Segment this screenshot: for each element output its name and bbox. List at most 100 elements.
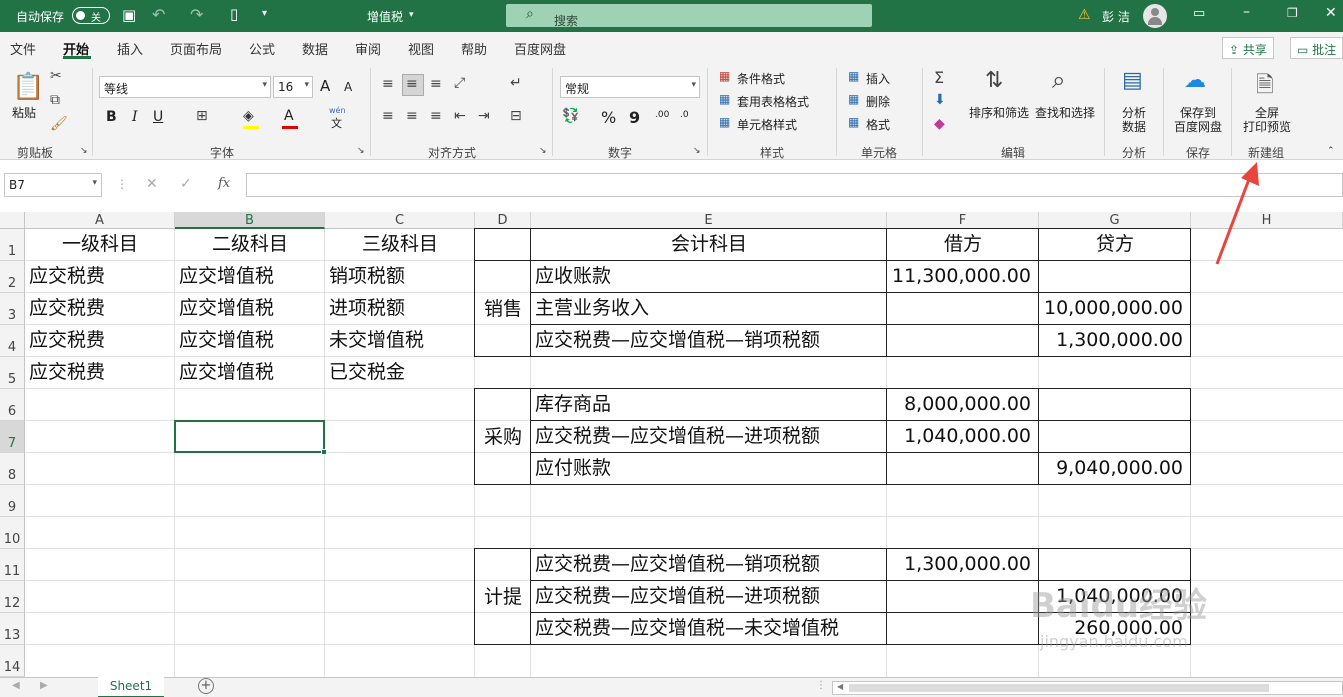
align-top-icon[interactable]: ≡ <box>382 76 394 92</box>
table-row[interactable]: 应交税费 <box>25 357 175 389</box>
cancel-icon[interactable]: ✕ <box>146 176 158 192</box>
cell-styles-button[interactable]: 单元格样式 <box>737 116 797 133</box>
table-row[interactable]: 应交税费—应交增值税—销项税额 <box>531 325 887 357</box>
avatar[interactable] <box>1143 4 1167 28</box>
tab-help[interactable]: 帮助 <box>461 39 487 58</box>
column-header-b[interactable]: B <box>175 212 325 229</box>
table-row[interactable]: 主营业务收入 <box>531 293 887 325</box>
table-row[interactable]: 应收账款 <box>531 261 887 293</box>
row-header-11[interactable]: 11 <box>0 549 25 581</box>
table-row[interactable] <box>887 581 1039 613</box>
select-all-corner[interactable] <box>0 212 25 229</box>
autosave-toggle[interactable]: 关 <box>72 7 110 24</box>
sheet-tab-sheet1[interactable]: Sheet1 <box>98 677 164 697</box>
right-header-account[interactable]: 会计科目 <box>531 229 887 261</box>
table-row[interactable]: 1,300,000.00 <box>887 549 1039 581</box>
fill-icon[interactable]: ⬇ <box>934 92 946 108</box>
delete-cells-button[interactable]: 删除 <box>866 93 890 110</box>
table-row[interactable]: 未交增值税 <box>325 325 475 357</box>
autosum-icon[interactable]: Σ <box>934 68 944 87</box>
table-row[interactable]: 应交增值税 <box>175 325 325 357</box>
left-header-level3[interactable]: 三级科目 <box>325 229 475 261</box>
tab-page-layout[interactable]: 页面布局 <box>170 39 222 58</box>
customize-qat-icon[interactable]: ▾ <box>262 8 267 19</box>
copy-icon[interactable]: ⧉ <box>50 92 60 108</box>
table-row[interactable] <box>1039 261 1191 293</box>
table-row[interactable]: 应交增值税 <box>175 293 325 325</box>
underline-button[interactable]: U <box>153 109 163 125</box>
decrease-indent-icon[interactable]: ⇤ <box>454 108 466 124</box>
row-header-5[interactable]: 5 <box>0 357 25 389</box>
table-row[interactable]: 应交税费 <box>25 325 175 357</box>
right-header-credit[interactable]: 贷方 <box>1039 229 1191 261</box>
column-header-a[interactable]: A <box>25 212 175 229</box>
wrap-text-icon[interactable]: ↵ <box>510 75 522 91</box>
table-row[interactable]: 10,000,000.00 <box>1039 293 1191 325</box>
decrease-decimal-button[interactable]: .0 <box>680 110 689 120</box>
minimize-icon[interactable]: – <box>1243 4 1250 20</box>
right-header-debit[interactable]: 借方 <box>887 229 1039 261</box>
currency-icon[interactable]: 💱 <box>562 108 579 124</box>
table-row[interactable]: 8,000,000.00 <box>887 389 1039 421</box>
section-label-accrual[interactable]: 计提 <box>475 549 531 645</box>
table-row[interactable] <box>887 293 1039 325</box>
row-header-3[interactable]: 3 <box>0 293 25 325</box>
paste-label[interactable]: 粘贴 <box>12 104 36 121</box>
user-name[interactable]: 彭 洁 <box>1102 8 1130 25</box>
row-header-9[interactable]: 9 <box>0 485 25 517</box>
grow-font-icon[interactable]: A <box>320 77 330 95</box>
table-row[interactable]: 应付账款 <box>531 453 887 485</box>
align-center-icon[interactable]: ≡ <box>406 108 418 124</box>
tab-formulas[interactable]: 公式 <box>249 39 275 58</box>
bold-button[interactable]: B <box>106 109 117 125</box>
clipboard-launcher-icon[interactable]: ↘ <box>80 146 88 156</box>
row-header-1[interactable]: 1 <box>0 229 25 261</box>
fill-handle[interactable] <box>321 449 327 455</box>
search-box[interactable]: ⌕ 搜索 <box>506 4 872 28</box>
orientation-icon[interactable]: ⤢ <box>454 75 465 91</box>
tab-review[interactable]: 审阅 <box>355 39 381 58</box>
collapse-ribbon-icon[interactable]: ⌃ <box>1327 146 1335 156</box>
warning-icon[interactable]: ⚠ <box>1078 7 1091 23</box>
file-title[interactable]: 增值税 <box>367 8 403 25</box>
percent-button[interactable]: % <box>601 108 616 127</box>
table-row[interactable]: 销项税额 <box>325 261 475 293</box>
increase-decimal-button[interactable]: .00 <box>655 110 669 120</box>
analyze-data-label-2[interactable]: 数据 <box>1122 118 1146 135</box>
table-row[interactable]: 应交增值税 <box>175 357 325 389</box>
section-label-sales[interactable]: 销售 <box>475 261 531 357</box>
clear-icon[interactable]: ◆ <box>934 116 945 132</box>
row-header-10[interactable]: 10 <box>0 517 25 549</box>
font-size-select[interactable]: 16 ▾ <box>273 76 313 98</box>
border-icon[interactable]: ⊞ <box>196 108 208 124</box>
title-chevron-icon[interactable]: ▾ <box>409 10 414 20</box>
format-as-table-button[interactable]: 套用表格格式 <box>737 93 809 110</box>
row-header-12[interactable]: 12 <box>0 581 25 613</box>
table-row[interactable]: 应交税费—应交增值税—进项税额 <box>531 581 887 613</box>
add-sheet-button[interactable]: + <box>198 678 214 694</box>
table-row[interactable]: 应交增值税 <box>175 261 325 293</box>
tab-baidu-netdisk[interactable]: 百度网盘 <box>514 39 566 58</box>
table-row[interactable] <box>1039 549 1191 581</box>
table-row[interactable]: 应交税费—应交增值税—进项税额 <box>531 421 887 453</box>
table-row[interactable]: 9,040,000.00 <box>1039 453 1191 485</box>
table-row[interactable] <box>887 613 1039 645</box>
number-format-select[interactable]: 常规 ▾ <box>560 76 700 98</box>
scroll-left-icon[interactable]: ◀ <box>837 682 843 691</box>
undo-icon[interactable]: ↶ <box>152 5 165 24</box>
active-cell-b7[interactable] <box>174 420 325 453</box>
table-row[interactable]: 11,300,000.00 <box>887 261 1039 293</box>
save-netdisk-label-2[interactable]: 百度网盘 <box>1174 118 1222 135</box>
name-box[interactable]: B7 ▾ <box>4 173 102 197</box>
formula-input[interactable] <box>246 173 1343 197</box>
insert-function-icon[interactable]: fx <box>218 176 230 191</box>
table-row[interactable]: 应交税费 <box>25 293 175 325</box>
table-row[interactable]: 进项税额 <box>325 293 475 325</box>
find-select-button[interactable]: 查找和选择 <box>1035 104 1095 121</box>
table-row[interactable]: 应交税费 <box>25 261 175 293</box>
column-header-d[interactable]: D <box>475 212 531 229</box>
column-header-c[interactable]: C <box>325 212 475 229</box>
merge-center-icon[interactable]: ⊟ <box>510 108 522 124</box>
table-row[interactable]: 1,040,000.00 <box>887 421 1039 453</box>
table-row[interactable] <box>887 325 1039 357</box>
